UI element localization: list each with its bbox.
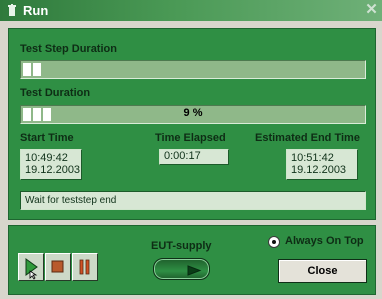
run-window: Run ✕ Test Step Duration Test Duration 9… [0,0,382,299]
time-elapsed-value: 0:00:17 [159,149,229,165]
eut-supply-label: EUT-supply [151,240,212,252]
estimated-end-time-label: Estimated End Time [255,132,360,144]
test-progress-text: 9 % [183,107,203,119]
play-button[interactable] [18,253,44,281]
title-bar[interactable]: Run ✕ [0,0,382,21]
close-icon[interactable]: ✕ [363,2,380,18]
time-elapsed-label: Time Elapsed [155,132,226,144]
pause-button[interactable] [72,253,98,281]
stop-icon [46,260,70,284]
play-icon [19,258,43,284]
progress-panel: Test Step Duration Test Duration 9 % Sta… [8,28,376,220]
eut-supply-knob-icon [186,263,202,276]
pause-icon [73,259,97,284]
window-title: Run [23,3,49,18]
estimated-end-time-value: 10:51:42 19.12.2003 [286,149,358,180]
progress-segment [33,63,41,76]
test-step-duration-label: Test Step Duration [20,43,117,55]
test-step-progress-fill [23,63,43,76]
test-step-progress-bar [20,60,366,79]
always-on-top-label: Always On Top [285,235,364,247]
close-button[interactable]: Close [278,259,367,283]
start-time-label: Start Time [20,132,74,144]
test-duration-label: Test Duration [20,87,91,99]
progress-segment [23,63,31,76]
trash-bin-icon [5,3,19,17]
start-time-value: 10:49:42 19.12.2003 [20,149,82,180]
test-progress-bar: 9 % [20,105,366,124]
eut-supply-toggle[interactable] [153,258,210,280]
stop-button[interactable] [45,253,71,281]
always-on-top-radio[interactable] [268,236,280,248]
status-message: Wait for teststep end [20,191,366,210]
